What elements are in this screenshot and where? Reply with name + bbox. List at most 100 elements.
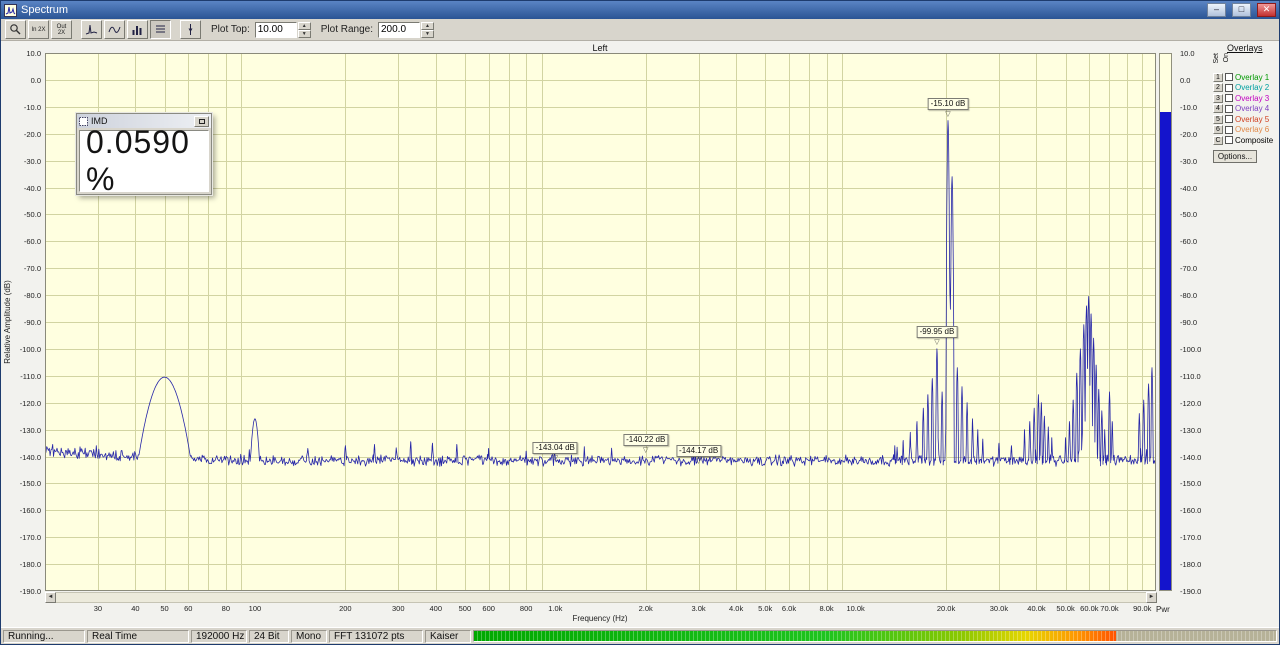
- x-axis-tick-label: 4.0k: [729, 604, 744, 613]
- overlay-label: Overlay 1: [1235, 72, 1270, 82]
- smooth-curve-icon: [108, 26, 121, 33]
- zoom-out-2x-button[interactable]: Out 2X: [51, 20, 72, 39]
- plot-top-spin-down-icon[interactable]: ▼: [297, 29, 311, 38]
- overlay-on-checkbox[interactable]: [1225, 83, 1233, 92]
- x-axis-tick-label: 80: [221, 604, 230, 613]
- overlay-on-checkbox[interactable]: [1225, 73, 1233, 82]
- overlay-set-button[interactable]: 1: [1213, 72, 1223, 82]
- marker-tool-button[interactable]: [180, 20, 201, 39]
- channel-label: Left: [592, 43, 608, 53]
- scroll-right-icon[interactable]: ►: [1146, 592, 1157, 603]
- peak-curve-icon: [85, 24, 98, 35]
- x-axis-tick-label: 100: [248, 604, 262, 613]
- x-axis-title: Frequency (Hz): [572, 614, 628, 623]
- overlay-row: C Composite: [1213, 135, 1279, 146]
- peak-curve-button[interactable]: [81, 20, 102, 39]
- data-list-button[interactable]: [150, 20, 171, 39]
- x-axis-tick-label: 1.0k: [548, 604, 563, 613]
- y-axis-tick-label: -100.0: [19, 344, 41, 354]
- overlay-row: 2 Overlay 2: [1213, 83, 1279, 94]
- overlay-label: Overlay 3: [1235, 93, 1270, 103]
- overlay-set-button[interactable]: 3: [1213, 93, 1223, 103]
- x-axis-tick-label: 30.0k: [989, 604, 1009, 613]
- overlay-label: Overlay 5: [1235, 114, 1270, 124]
- meter-scale-label: -160.0: [1180, 506, 1202, 516]
- overlays-set-column-header: Set: [1213, 53, 1220, 64]
- pwr-label: Pwr: [1156, 605, 1170, 614]
- y-axis-tick-label: 0.0: [30, 75, 41, 85]
- restore-icon: [198, 118, 205, 124]
- x-axis-tick-label: 30: [93, 604, 103, 613]
- x-axis-tick-label: 40: [131, 604, 140, 613]
- meter-scale-label: -120.0: [1180, 398, 1202, 408]
- plot-top-input[interactable]: [254, 21, 297, 38]
- status-segments: Running... Real Time 192000 Hz 24 Bit Mono FF…: [3, 629, 471, 643]
- meter-scale-label: -10.0: [1180, 102, 1198, 112]
- x-axis-tick-label: 40.0k: [1027, 604, 1046, 613]
- meter-scale-label: -110.0: [1180, 371, 1201, 381]
- level-progress-fill: [474, 631, 1116, 641]
- plot-horizontal-scrollbar[interactable]: [45, 592, 1157, 603]
- meter-scale-label: -190.0: [1180, 587, 1202, 596]
- title-bar[interactable]: Spectrum – □ ✕: [1, 1, 1279, 19]
- smooth-curve-button[interactable]: [104, 20, 125, 39]
- bar-graph-button[interactable]: [127, 20, 148, 39]
- overlay-on-checkbox[interactable]: [1225, 115, 1233, 124]
- meter-scale-label: 10.0: [1180, 49, 1195, 58]
- imd-value: 0.0590 %: [86, 124, 190, 197]
- x-axis-tick-label: 500: [458, 604, 472, 613]
- overlay-set-button[interactable]: 2: [1213, 83, 1223, 93]
- plot-range-input[interactable]: [378, 21, 420, 38]
- x-axis-tick-label: 300: [391, 604, 405, 613]
- meter-scale-label: -140.0: [1180, 452, 1202, 462]
- plot-range-spin-up-icon[interactable]: ▲: [421, 21, 434, 30]
- overlays-options-button[interactable]: Options...: [1213, 149, 1257, 163]
- meter-scale-label: -180.0: [1180, 560, 1202, 570]
- status-segment: Mono: [291, 629, 327, 643]
- y-axis-tick-label: -10.0: [23, 102, 41, 112]
- status-segment: Running...: [3, 629, 85, 643]
- y-axis-tick-label: -20.0: [23, 129, 41, 139]
- scroll-left-icon[interactable]: ◄: [45, 592, 56, 603]
- minimize-button[interactable]: –: [1207, 3, 1226, 17]
- overlays-title: Overlays: [1227, 43, 1263, 53]
- x-axis-tick-label: 8.0k: [819, 604, 834, 613]
- plot-top-spin-up-icon[interactable]: ▲: [297, 21, 311, 30]
- overlay-row: 4 Overlay 4: [1213, 104, 1279, 115]
- meter-scale-label: -170.0: [1180, 533, 1202, 543]
- y-axis-tick-label: -190.0: [19, 587, 41, 596]
- x-axis-tick-label: 60: [184, 604, 193, 613]
- overlay-on-checkbox[interactable]: [1225, 104, 1233, 113]
- imd-readout-panel: 0.0590 %: [79, 124, 209, 197]
- overlay-on-checkbox[interactable]: [1225, 125, 1233, 134]
- close-button[interactable]: ✕: [1257, 3, 1276, 17]
- overlays-on-column-header: On: [1223, 53, 1230, 63]
- y-axis-tick-label: 10.0: [26, 49, 41, 58]
- y-axis-tick-label: -30.0: [23, 156, 41, 166]
- overlay-set-button[interactable]: C: [1213, 135, 1223, 145]
- y-axis-tick-label: -120.0: [19, 398, 41, 408]
- plot-range-spin-down-icon[interactable]: ▼: [421, 29, 434, 38]
- overlay-on-checkbox[interactable]: [1225, 136, 1233, 145]
- status-segment: Real Time: [87, 629, 189, 643]
- overlay-set-button[interactable]: 4: [1213, 104, 1223, 114]
- meter-scale-label: -80.0: [1180, 291, 1198, 301]
- meter-scale-labels: 10.0 0.0 -10.0 -20.0 -30.0 -40.0 -50.0 -60.0 -70…: [1180, 49, 1210, 596]
- x-axis-tick-label: 600: [482, 604, 495, 613]
- x-axis-tick-label: 20.0k: [936, 604, 956, 613]
- status-bar: Running... Real Time 192000 Hz 24 Bit Mono FF…: [1, 627, 1279, 644]
- y-axis-tick-label: -40.0: [23, 183, 41, 193]
- overlay-set-button[interactable]: 5: [1213, 114, 1223, 124]
- x-axis-labels: 30 40 50 60 80 100 200 300 400 500 600 800 1.0k 2.0k 3…: [45, 604, 1156, 614]
- meter-scale-label: 0.0: [1180, 75, 1191, 85]
- plot-top-label: Plot Top:: [211, 24, 250, 35]
- overlay-on-checkbox[interactable]: [1225, 94, 1233, 103]
- meter-scale-label: -20.0: [1180, 129, 1198, 139]
- overlay-set-button[interactable]: 6: [1213, 125, 1223, 135]
- status-segment: 192000 Hz: [191, 629, 247, 643]
- data-list-icon: [156, 25, 165, 33]
- zoom-button[interactable]: [5, 20, 26, 39]
- maximize-button[interactable]: □: [1232, 3, 1251, 17]
- meter-scale-label: -130.0: [1180, 425, 1202, 435]
- zoom-in-2x-button[interactable]: In 2X: [28, 20, 49, 39]
